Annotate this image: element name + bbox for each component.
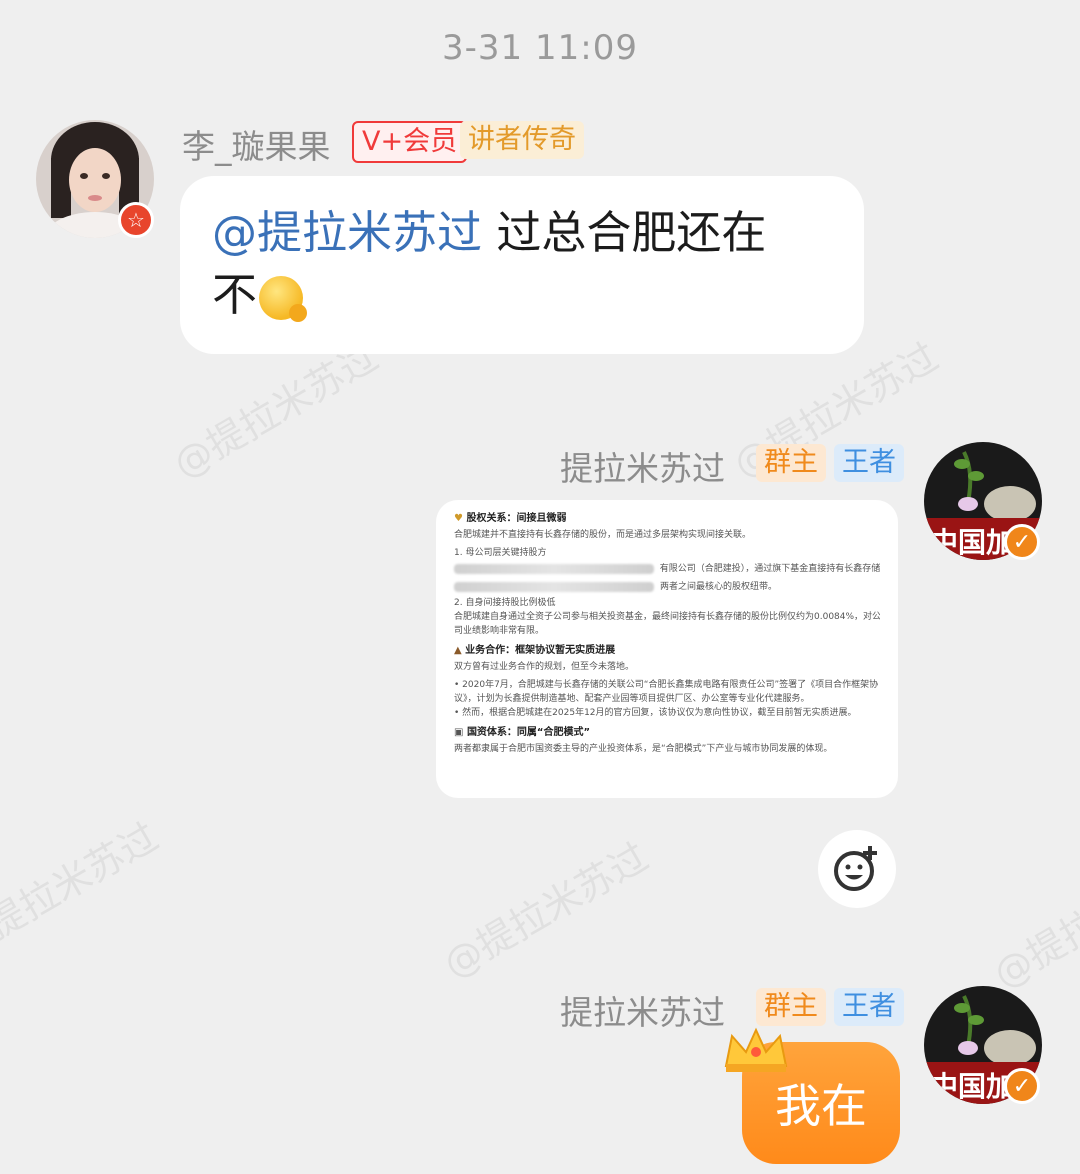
group-owner-tag: 群主: [756, 988, 826, 1026]
avatar-text: 中国加: [930, 1070, 1014, 1103]
doc-text: 2. 自身间接持股比例极低: [454, 598, 556, 608]
doc-text: 两者都隶属于合肥市国资委主导的产业投资体系，是“合肥模式”下产业与城市协同发展的…: [454, 744, 833, 754]
verified-badge-icon: ✓: [1004, 1068, 1040, 1104]
doc-text: 合肥城建自身通过全资子公司参与相关投资基金，最终间接持有长鑫存储的股份比例仅约为…: [454, 612, 880, 622]
thinking-emoji-icon: [259, 276, 308, 322]
crown-icon: [724, 1027, 788, 1072]
doc-text: 1. 母公司层关键持股方: [454, 548, 547, 558]
level-tag: 王者: [834, 988, 904, 1026]
doc-text: • 然而，根据合肥城建在2025年12月的官方回复，该协议仅为意向性协议，截至目…: [454, 708, 857, 718]
blurred-text: [454, 564, 654, 574]
add-reaction-button[interactable]: [818, 830, 896, 908]
message-timestamp: 3-31 11:09: [442, 28, 638, 68]
doc-heading: ♥ 股权关系：间接且微弱: [454, 513, 567, 524]
doc-text: 两者之间最核心的股权纽带。: [660, 582, 778, 592]
doc-heading: ▣ 国资体系：同属“合肥模式”: [454, 727, 591, 738]
vip-member-tag: V+会员: [352, 121, 468, 163]
doc-text: 双方曾有过业务合作的规划，但至今未落地。: [454, 662, 635, 672]
watermark: @提拉米苏过: [986, 844, 1080, 997]
group-owner-tag: 群主: [756, 444, 826, 482]
message-text: 我在: [775, 1079, 867, 1133]
doc-text: 司业绩影响非常有限。: [454, 626, 545, 636]
avatar-text: 中国加: [930, 526, 1014, 559]
image-message[interactable]: ♥ 股权关系：间接且微弱 合肥城建并不直接持有长鑫存储的股份，而是通过多层架构实…: [436, 500, 898, 798]
verified-badge-icon: ✓: [1004, 524, 1040, 560]
doc-text: 合肥城建并不直接持有长鑫存储的股份，而是通过多层架构实现间接关联。: [454, 530, 752, 540]
message-text: 过总合肥还在: [482, 206, 767, 259]
smiley-plus-icon: [834, 846, 877, 891]
blurred-text: [454, 582, 654, 592]
doc-text: 议》，计划为长鑫提供制造基地、配套产业园等项目提供厂区、办公室等专业化代建服务。: [454, 694, 810, 704]
mention-link[interactable]: @提拉米苏过: [212, 206, 482, 259]
level-tag: 王者: [834, 444, 904, 482]
watermark: @提拉米苏过: [0, 814, 166, 967]
doc-text: 有限公司（合肥建投），通过旗下基金直接持有长鑫存储: [659, 564, 880, 574]
message-bubble[interactable]: @提拉米苏过 过总合肥还在 不: [180, 176, 864, 354]
verified-badge-icon: ☆: [118, 202, 154, 238]
sender-name[interactable]: 提拉米苏过: [560, 442, 725, 490]
sender-name[interactable]: 李_璇果果: [182, 120, 331, 168]
message-text: 不: [212, 268, 258, 321]
sender-name[interactable]: 提拉米苏过: [560, 986, 725, 1034]
level-tag: 讲者传奇: [460, 121, 584, 159]
doc-text: • 2020年7月，合肥城建与长鑫存储的关联公司“合肥长鑫集成电路有限责任公司”…: [454, 680, 879, 690]
watermark: @提拉米苏过: [436, 834, 656, 987]
doc-heading: ▲ 业务合作：框架协议暂无实质进展: [454, 645, 616, 656]
